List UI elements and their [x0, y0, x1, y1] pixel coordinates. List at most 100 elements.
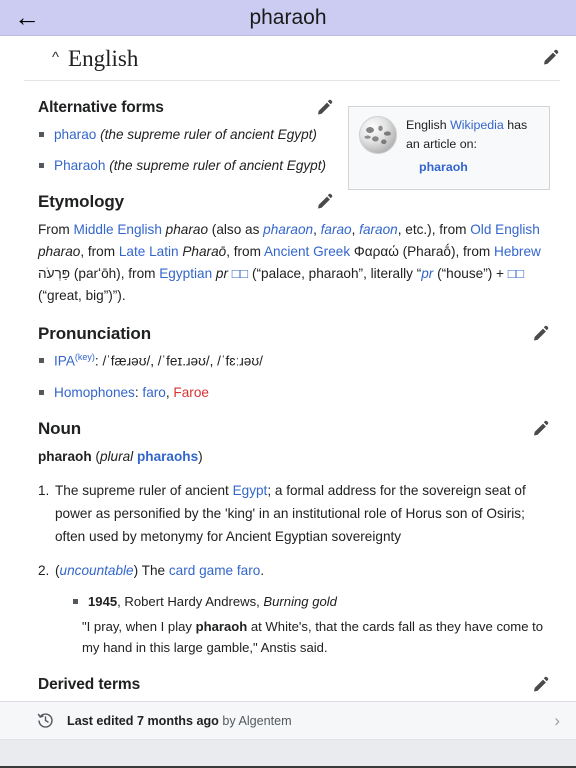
definition-link-faro[interactable]: card game faro	[169, 563, 260, 578]
last-edited-text: Last edited 7 months ago by Algentem	[67, 714, 554, 728]
definition-item: 2. (uncountable) The card game faro. 194…	[38, 560, 550, 658]
chevron-up-icon[interactable]: ^	[52, 50, 59, 65]
definition-label-uncountable[interactable]: uncountable	[60, 563, 134, 578]
alternative-forms-header: Alternative forms	[38, 98, 334, 118]
quote-part: "I pray, when I play	[82, 618, 196, 634]
etym-t: (also as	[208, 222, 264, 238]
quotation-author: , Robert Hardy Andrews,	[117, 593, 264, 609]
quote-highlight: pharaoh	[195, 618, 248, 634]
etym-t: (“palace, pharaoh”, literally “	[248, 266, 422, 282]
definition-number: 2.	[38, 563, 50, 579]
section-title: Pronunciation	[38, 324, 151, 344]
pencil-icon[interactable]	[314, 98, 334, 118]
app-screen: ← pharaoh ^ English English Wikipedia ha…	[0, 0, 576, 768]
last-edited-bar[interactable]: Last edited 7 months ago by Algentem ›	[0, 702, 576, 740]
etym-t: Φαραώ (Pharaṓ), from	[350, 244, 494, 260]
etym-i: Pharaō	[178, 244, 227, 260]
definition-item: 1. The supreme ruler of ancient Egypt; a…	[38, 480, 550, 548]
list-item: Pharaoh (the supreme ruler of ancient Eg…	[38, 156, 550, 176]
wikipedia-sister-box: English Wikipedia has an article on: pha…	[348, 106, 550, 190]
section-title: Alternative forms	[38, 99, 164, 116]
ipa-label[interactable]: IPA	[54, 354, 75, 369]
pencil-icon[interactable]	[530, 675, 550, 695]
section-title: Derived terms	[38, 676, 141, 694]
alt-form-gloss: (the supreme ruler of ancient Egypt)	[109, 157, 327, 173]
etymology-text: From Middle English pharao (also as phar…	[38, 219, 550, 307]
etym-t: (“house”) +	[433, 266, 508, 282]
definition-number: 1.	[38, 483, 50, 499]
alt-form-gloss: (the supreme ruler of ancient Egypt)	[100, 127, 317, 142]
ipa-key-link[interactable]: (key)	[75, 352, 95, 362]
etym-link-pharaon[interactable]: pharaon	[263, 222, 313, 237]
headword: pharaoh	[38, 449, 92, 465]
pencil-icon[interactable]	[540, 48, 560, 68]
history-clock-icon	[36, 711, 55, 730]
homophone-link[interactable]: faro	[142, 385, 165, 400]
quotation-item: 1945, Robert Hardy Andrews, Burning gold	[72, 592, 550, 612]
pencil-icon[interactable]	[530, 419, 550, 439]
etymology-header: Etymology	[38, 192, 334, 212]
etym-t: , etc.), from	[397, 222, 471, 238]
definitions-list: 1. The supreme ruler of ancient Egypt; a…	[38, 480, 550, 658]
hieroglyph-glyph[interactable]: □□	[232, 266, 248, 281]
etym-t: (“great, big”)”).	[38, 288, 126, 304]
etym-link-pr[interactable]: pr	[421, 266, 433, 281]
etym-t: From	[38, 222, 74, 238]
language-section-header[interactable]: ^ English	[24, 36, 560, 81]
etym-t: פַּרְעֹה (parʻōh), from	[38, 266, 160, 282]
bottom-bar	[0, 740, 576, 768]
last-edited-author: by Algentem	[218, 713, 292, 728]
page-title: pharaoh	[249, 5, 327, 29]
section-title: Etymology	[38, 192, 125, 212]
definition-text: .	[260, 563, 265, 579]
list-item: IPA(key): /ˈfæɹəʊ/, /ˈfeɪ.ɹəʊ/, /ˈfɛːɹəʊ…	[38, 351, 550, 371]
etym-link-egyptian[interactable]: Egyptian	[159, 266, 212, 281]
pencil-icon[interactable]	[314, 192, 334, 212]
language-name: English	[68, 46, 139, 71]
etym-link-ancient-greek[interactable]: Ancient Greek	[264, 244, 350, 259]
list-item: pharao (the supreme ruler of ancient Egy…	[38, 125, 550, 145]
pencil-icon[interactable]	[530, 324, 550, 344]
etym-link-hebrew[interactable]: Hebrew	[494, 244, 541, 259]
app-bar: ← pharaoh	[0, 0, 576, 36]
article-content: ^ English English Wikipedia has an artic…	[0, 36, 576, 701]
derived-terms-header: Derived terms	[38, 675, 550, 695]
alt-form-link[interactable]: pharao	[54, 127, 96, 142]
plural-label: plural	[99, 449, 137, 465]
etym-i: pr	[212, 266, 229, 282]
definition-link-egypt[interactable]: Egypt	[233, 483, 268, 498]
etym-t: ,	[313, 222, 321, 238]
homophones-label[interactable]: Homophones	[54, 385, 135, 400]
noun-headword-line: pharaoh (plural pharaohs)	[38, 446, 550, 468]
etym-i: pharao	[161, 222, 209, 238]
footer-area: Last edited 7 months ago by Algentem ›	[0, 701, 576, 768]
chevron-right-icon[interactable]: ›	[554, 712, 560, 729]
etym-i: pharao	[38, 244, 81, 260]
alt-form-link[interactable]: Pharaoh	[54, 158, 105, 173]
quotation-work: Burning gold	[263, 593, 337, 609]
infl-open: (	[91, 449, 100, 465]
quotation-year: 1945	[88, 593, 118, 609]
etym-link-farao[interactable]: farao	[321, 222, 352, 237]
definition-text: The supreme ruler of ancient	[55, 483, 233, 499]
plural-link[interactable]: pharaohs	[137, 449, 198, 464]
last-edited-label: Last edited 7 months ago	[67, 713, 219, 728]
etym-link-late-latin[interactable]: Late Latin	[119, 244, 179, 259]
etym-link-middle-english[interactable]: Middle English	[74, 222, 162, 237]
infl-close: )	[198, 449, 203, 465]
section-title: Noun	[38, 419, 82, 439]
pronunciation-header: Pronunciation	[38, 324, 550, 344]
definition-text: ) The	[133, 563, 169, 579]
etym-link-faraon[interactable]: faraon	[359, 222, 398, 237]
etym-link-old-english[interactable]: Old English	[470, 222, 540, 237]
homophone-redlink[interactable]: Faroe	[173, 385, 209, 400]
noun-header: Noun	[38, 419, 550, 439]
pronunciation-list: IPA(key): /ˈfæɹəʊ/, /ˈfeɪ.ɹəʊ/, /ˈfɛːɹəʊ…	[38, 351, 550, 402]
list-item: Homophones: faro, Faroe	[38, 383, 550, 403]
section-body: English Wikipedia has an article on: pha…	[0, 98, 576, 701]
quotation-list: 1945, Robert Hardy Andrews, Burning gold	[55, 592, 550, 612]
hieroglyph-glyph[interactable]: □□	[508, 266, 524, 281]
ipa-value: : /ˈfæɹəʊ/, /ˈfeɪ.ɹəʊ/, /ˈfɛːɹəʊ/	[94, 354, 263, 369]
quotation-text: "I pray, when I play pharaoh at White's,…	[55, 616, 550, 658]
back-arrow-icon[interactable]: ←	[0, 4, 54, 30]
